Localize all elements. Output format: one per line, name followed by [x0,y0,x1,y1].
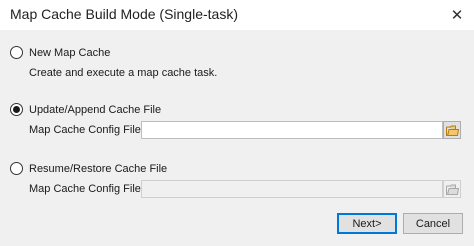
folder-open-icon [445,125,459,136]
update-append-radio[interactable] [10,103,23,116]
resume-browse-button [443,180,461,198]
resume-config-file-input [141,180,443,198]
resume-restore-option[interactable]: Resume/Restore Cache File [10,162,167,175]
new-map-cache-label: New Map Cache [29,46,111,59]
new-map-cache-description: Create and execute a map cache task. [29,67,218,79]
update-config-file-label: Map Cache Config File: [29,124,144,136]
close-icon[interactable]: ✕ [447,5,467,25]
cancel-button[interactable]: Cancel [403,213,463,234]
title-bar: Map Cache Build Mode (Single-task) ✕ [0,0,474,30]
new-map-cache-option[interactable]: New Map Cache [10,46,110,59]
folder-open-disabled-icon [445,184,459,195]
window-title: Map Cache Build Mode (Single-task) [10,6,238,22]
new-map-cache-radio[interactable] [10,46,23,59]
update-append-label: Update/Append Cache File [29,103,162,116]
resume-config-file-label: Map Cache Config File: [29,183,144,195]
update-config-file-input[interactable] [141,121,443,139]
next-button[interactable]: Next> [337,213,397,234]
update-browse-button[interactable] [443,121,461,139]
resume-restore-radio[interactable] [10,162,23,175]
resume-restore-label: Resume/Restore Cache File [29,162,168,175]
update-append-option[interactable]: Update/Append Cache File [10,103,161,116]
